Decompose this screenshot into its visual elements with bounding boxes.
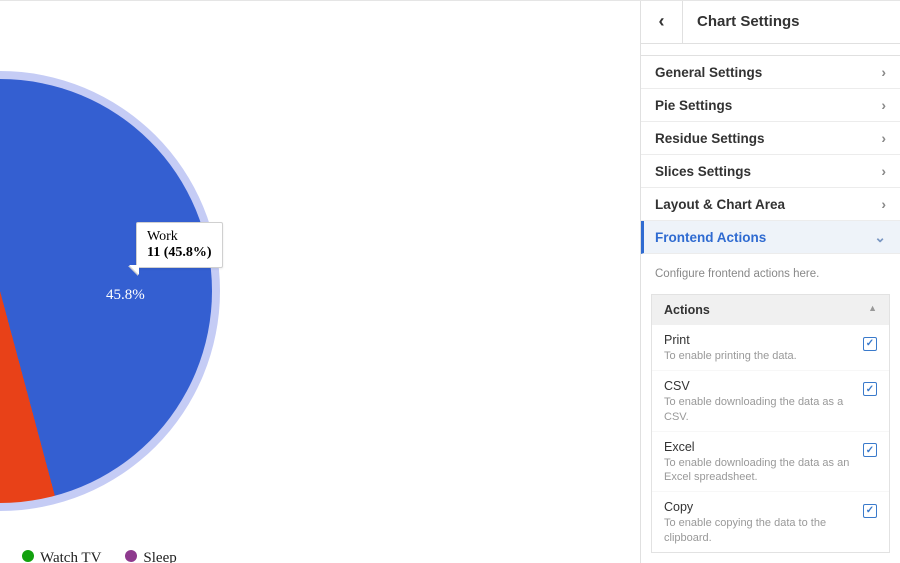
slice-percent-label: 45.8% [106, 287, 145, 304]
nav-label: Pie Settings [655, 98, 732, 113]
section-note: Configure frontend actions here. [641, 254, 900, 294]
chart-legend: Watch TV Sleep [22, 550, 177, 563]
nav-layout-chart-area[interactable]: Layout & Chart Area › [641, 188, 900, 221]
action-copy: Copy To enable copying the data to the c… [652, 491, 889, 552]
chevron-left-icon: ‹ [659, 11, 665, 32]
action-label: Excel [664, 440, 877, 454]
tooltip-name: Work [147, 229, 178, 244]
action-label: Print [664, 333, 877, 347]
nav-slices-settings[interactable]: Slices Settings › [641, 155, 900, 188]
action-desc: To enable copying the data to the clipbo… [664, 516, 877, 546]
action-print: Print To enable printing the data. ✓ [652, 325, 889, 370]
actions-header: Actions [664, 303, 710, 317]
chevron-right-icon: › [881, 64, 886, 80]
chart-canvas: 45.8% Work 11 (45.8%) Watch TV Sleep [0, 1, 640, 563]
nav-residue-settings[interactable]: Residue Settings › [641, 122, 900, 155]
action-desc: To enable downloading the data as an Exc… [664, 456, 877, 486]
settings-sidebar: ‹ Chart Settings General Settings › Pie … [640, 1, 900, 563]
action-print-checkbox[interactable]: ✓ [863, 333, 877, 351]
nav-general-settings[interactable]: General Settings › [641, 56, 900, 89]
nav-label: Slices Settings [655, 164, 751, 179]
chevron-right-icon: › [881, 97, 886, 113]
actions-card: Actions ▲ Print To enable printing the d… [651, 294, 890, 553]
legend-label: Sleep [143, 550, 176, 563]
chevron-right-icon: › [881, 196, 886, 212]
nav-label: Layout & Chart Area [655, 197, 785, 212]
legend-swatch-icon [22, 550, 34, 562]
action-csv-checkbox[interactable]: ✓ [863, 379, 877, 397]
action-excel: Excel To enable downloading the data as … [652, 431, 889, 492]
nav-label: Frontend Actions [655, 230, 766, 245]
action-label: CSV [664, 379, 877, 393]
legend-item[interactable]: Sleep [125, 550, 176, 563]
chevron-right-icon: › [881, 130, 886, 146]
action-desc: To enable downloading the data as a CSV. [664, 395, 877, 425]
back-button[interactable]: ‹ [641, 1, 683, 43]
checkmark-icon: ✓ [863, 443, 877, 457]
nav-label: General Settings [655, 65, 762, 80]
checkmark-icon: ✓ [863, 382, 877, 396]
tooltip-pointer-icon [129, 265, 139, 275]
chevron-right-icon: › [881, 163, 886, 179]
chevron-down-icon: ⌄ [874, 229, 886, 246]
legend-label: Watch TV [40, 550, 101, 563]
action-csv: CSV To enable downloading the data as a … [652, 370, 889, 431]
action-copy-checkbox[interactable]: ✓ [863, 500, 877, 518]
action-desc: To enable printing the data. [664, 349, 877, 364]
tooltip-value: 11 (45.8%) [147, 245, 212, 260]
nav-pie-settings[interactable]: Pie Settings › [641, 89, 900, 122]
legend-item[interactable]: Watch TV [22, 550, 101, 563]
nav-label: Residue Settings [655, 131, 765, 146]
nav-frontend-actions[interactable]: Frontend Actions ⌄ [641, 221, 900, 254]
action-label: Copy [664, 500, 877, 514]
collapse-icon[interactable]: ▲ [868, 303, 877, 317]
checkmark-icon: ✓ [863, 337, 877, 351]
checkmark-icon: ✓ [863, 504, 877, 518]
legend-swatch-icon [125, 550, 137, 562]
action-excel-checkbox[interactable]: ✓ [863, 440, 877, 458]
panel-title: Chart Settings [683, 13, 900, 30]
chart-tooltip: Work 11 (45.8%) [136, 222, 223, 268]
